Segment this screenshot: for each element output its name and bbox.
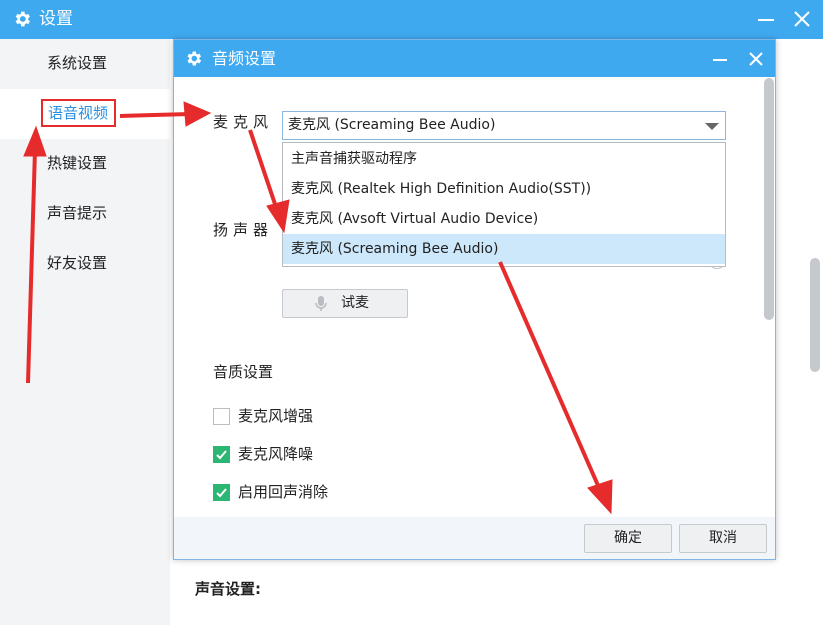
sidebar-item-system[interactable]: 系统设置 <box>0 39 170 89</box>
sidebar-item-hotkeys[interactable]: 热键设置 <box>0 139 170 189</box>
audio-settings-dialog: 音频设置 麦克风 麦克风 (Screaming Bee Audio) 扬声器 主… <box>173 39 776 560</box>
quality-section-title: 音质设置 <box>213 363 274 381</box>
mic-boost-label: 麦克风增强 <box>238 407 314 425</box>
minimize-icon[interactable] <box>754 8 778 30</box>
close-icon[interactable] <box>744 48 768 70</box>
test-mic-label: 试麦 <box>341 295 369 311</box>
echo-cancel-checkbox[interactable] <box>213 484 230 501</box>
sidebar-item-label: 热键设置 <box>47 154 108 172</box>
main-scrollbar-thumb[interactable] <box>810 258 820 372</box>
microphone-select[interactable]: 麦克风 (Screaming Bee Audio) <box>282 111 726 140</box>
mic-boost-checkbox[interactable] <box>213 408 230 425</box>
chevron-down-icon[interactable] <box>705 123 719 130</box>
dialog-footer: 确定 取消 <box>174 517 775 559</box>
sidebar-item-voice-video[interactable]: 语音视频 <box>0 89 170 139</box>
microphone-label: 麦克风 <box>213 113 274 131</box>
cancel-button[interactable]: 取消 <box>679 524 767 553</box>
minimize-icon[interactable] <box>708 48 732 70</box>
checkmark-icon <box>216 450 227 460</box>
echo-cancel-label: 启用回声消除 <box>238 483 329 501</box>
gear-icon <box>15 11 30 27</box>
sidebar-item-friends[interactable]: 好友设置 <box>0 239 170 289</box>
dropdown-option-highlighted[interactable]: 麦克风 (Screaming Bee Audio) <box>283 234 725 264</box>
sidebar-item-label: 好友设置 <box>47 254 108 272</box>
dialog-title: 音频设置 <box>212 49 277 68</box>
dropdown-option[interactable]: 麦克风 (Realtek High Definition Audio(SST)) <box>283 174 725 204</box>
settings-sidebar: 系统设置 语音视频 热键设置 声音提示 好友设置 <box>0 39 170 625</box>
sidebar-item-label: 声音提示 <box>47 204 108 222</box>
sidebar-item-label: 语音视频 <box>48 104 109 122</box>
close-icon[interactable] <box>790 8 814 30</box>
microphone-icon <box>315 296 327 311</box>
confirm-button[interactable]: 确定 <box>584 524 672 553</box>
speaker-label: 扬声器 <box>213 221 274 239</box>
microphone-selected-value: 麦克风 (Screaming Bee Audio) <box>288 117 496 133</box>
dialog-scrollbar-thumb[interactable] <box>764 78 774 320</box>
microphone-dropdown-list: 主声音捕获驱动程序 麦克风 (Realtek High Definition A… <box>282 142 726 267</box>
noise-reduction-label: 麦克风降噪 <box>238 445 314 463</box>
sidebar-item-sound-alerts[interactable]: 声音提示 <box>0 189 170 239</box>
dialog-titlebar: 音频设置 <box>174 40 775 77</box>
noise-reduction-checkbox[interactable] <box>213 446 230 463</box>
dropdown-option[interactable]: 主声音捕获驱动程序 <box>283 144 725 174</box>
window-titlebar: 设置 <box>0 0 823 39</box>
test-mic-button[interactable]: 试麦 <box>282 289 408 318</box>
dropdown-option[interactable]: 麦克风 (Avsoft Virtual Audio Device) <box>283 204 725 234</box>
window-title: 设置 <box>39 9 73 29</box>
sound-settings-heading: 声音设置: <box>195 580 261 598</box>
checkmark-icon <box>216 488 227 498</box>
gear-icon <box>187 51 202 66</box>
sidebar-item-label: 系统设置 <box>47 54 108 72</box>
